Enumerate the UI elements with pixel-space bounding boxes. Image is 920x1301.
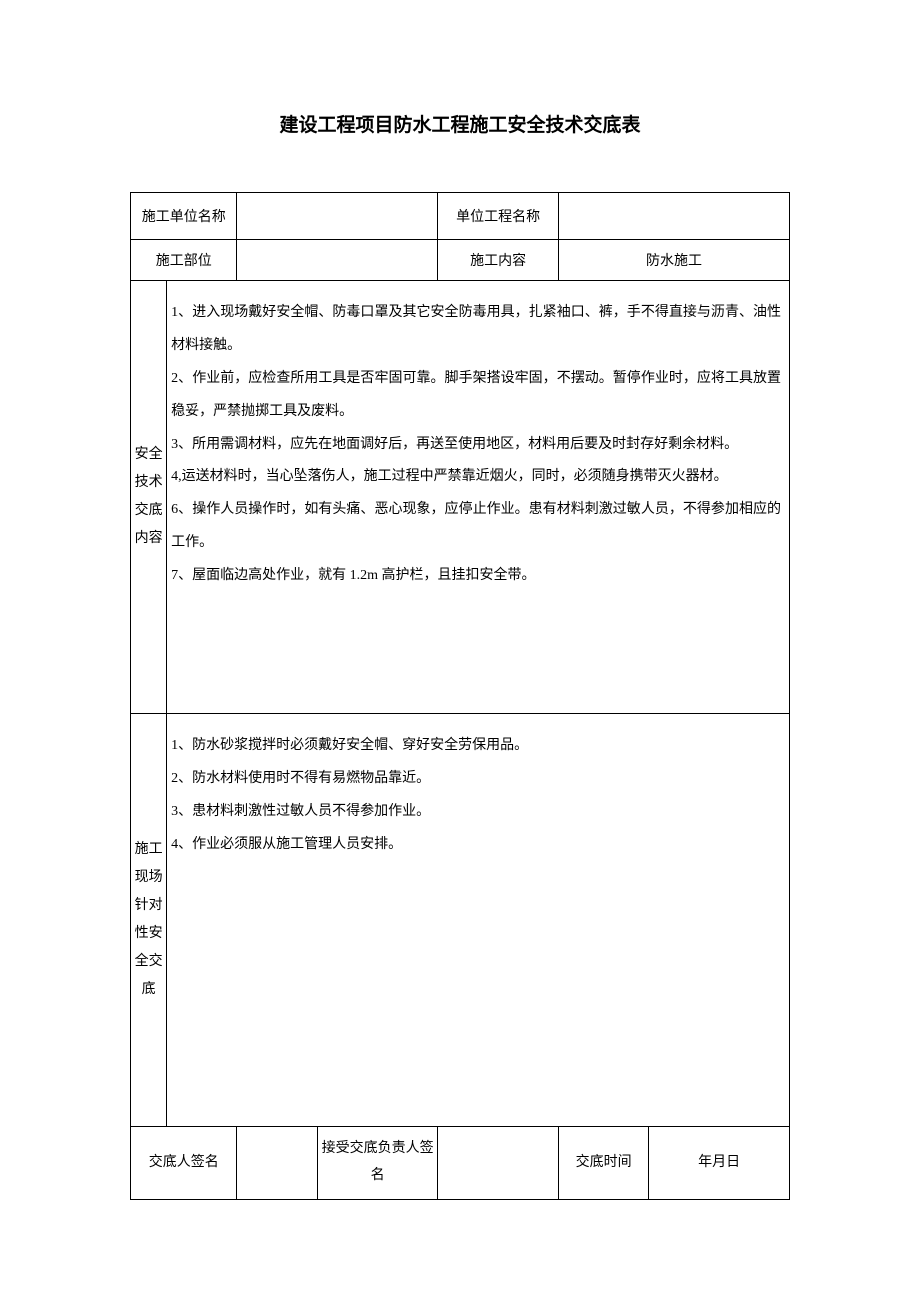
value-unit-name[interactable] [237,193,438,240]
site-content: 1、防水砂浆搅拌时必须戴好安全帽、穿好安全劳保用品。 2、防水材料使用时不得有易… [167,714,790,1127]
value-receiver[interactable] [438,1127,559,1200]
site-text: 1、防水砂浆搅拌时必须戴好安全帽、穿好安全劳保用品。 2、防水材料使用时不得有易… [171,730,781,862]
label-part: 施工部位 [131,240,237,281]
row-site: 施工现场针对性安全交底 1、防水砂浆搅拌时必须戴好安全帽、穿好安全劳保用品。 2… [131,714,790,1127]
row-part: 施工部位 施工内容 防水施工 [131,240,790,281]
form-table: 施工单位名称 单位工程名称 施工部位 施工内容 防水施工 安全技术交底内容 1、… [130,192,790,1200]
row-signature: 交底人签名 接受交底负责人签名 交底时间 年月日 [131,1127,790,1200]
row-unit-name: 施工单位名称 单位工程名称 [131,193,790,240]
label-content: 施工内容 [438,240,559,281]
label-unit-name: 施工单位名称 [131,193,237,240]
label-safety-content: 安全技术交底内容 [131,281,167,714]
value-signer[interactable] [237,1127,317,1200]
label-signer: 交底人签名 [131,1127,237,1200]
label-proj-name: 单位工程名称 [438,193,559,240]
label-receiver: 接受交底负责人签名 [317,1127,438,1200]
safety-text: 1、进入现场戴好安全帽、防毒口罩及其它安全防毒用具，扎紧袖口、裤，手不得直接与沥… [171,297,781,593]
document-page: 建设工程项目防水工程施工安全技术交底表 施工单位名称 单位工程名称 施工部位 施… [0,0,920,1200]
value-part[interactable] [237,240,438,281]
document-title: 建设工程项目防水工程施工安全技术交底表 [130,110,790,137]
value-time[interactable]: 年月日 [649,1127,790,1200]
value-proj-name[interactable] [558,193,789,240]
value-content: 防水施工 [558,240,789,281]
label-time: 交底时间 [558,1127,648,1200]
row-safety: 安全技术交底内容 1、进入现场戴好安全帽、防毒口罩及其它安全防毒用具，扎紧袖口、… [131,281,790,714]
label-site-content: 施工现场针对性安全交底 [131,714,167,1127]
safety-content: 1、进入现场戴好安全帽、防毒口罩及其它安全防毒用具，扎紧袖口、裤，手不得直接与沥… [167,281,790,714]
